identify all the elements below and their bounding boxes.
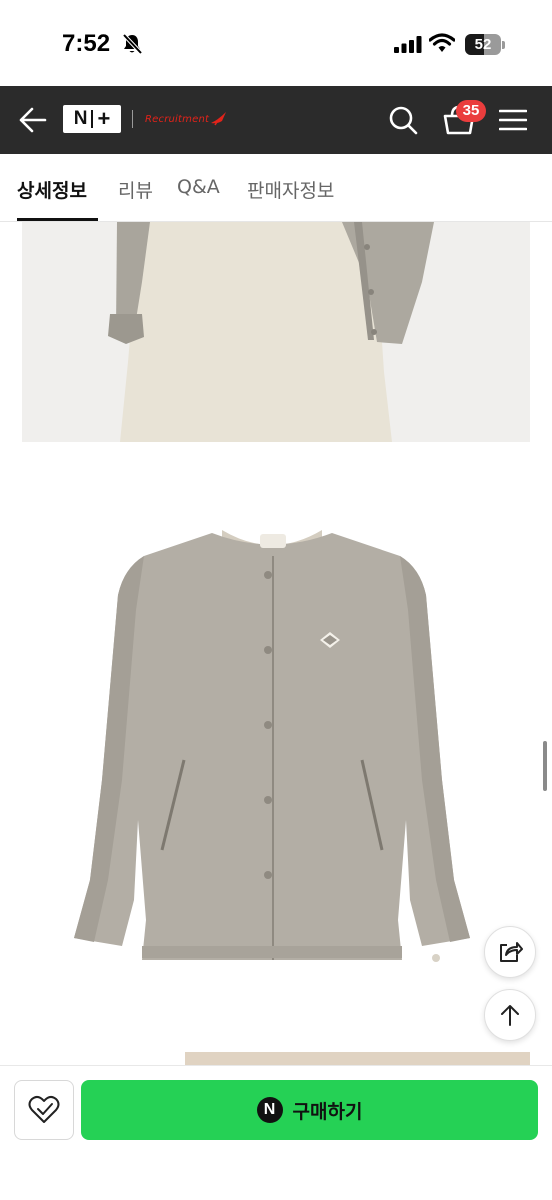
battery-percent: 52 bbox=[474, 36, 492, 53]
detail-tab-bar: 상세정보 리뷰 Q&A 판매자정보 bbox=[0, 154, 552, 222]
nplus-logo[interactable]: N + bbox=[63, 105, 121, 133]
product-detail-screen: 7:52 52 N + Recruitment 35 상세정보 리뷰 Q&A 판… bbox=[0, 0, 552, 1200]
back-arrow-icon[interactable] bbox=[18, 106, 48, 134]
app-header: N + Recruitment 35 bbox=[0, 86, 552, 154]
wishlist-button[interactable] bbox=[14, 1080, 74, 1140]
header-divider bbox=[132, 110, 133, 128]
product-photo-flat bbox=[22, 460, 530, 1032]
scrollbar-thumb[interactable] bbox=[543, 741, 547, 791]
signal-icon bbox=[394, 36, 422, 53]
battery-icon: 52 bbox=[465, 34, 501, 55]
tab-details[interactable]: 상세정보 bbox=[17, 176, 87, 203]
bell-slash-icon bbox=[122, 33, 143, 55]
arrow-up-icon bbox=[501, 1005, 519, 1026]
brand-name: Recruitment bbox=[145, 113, 210, 125]
buy-button-label: 구매하기 bbox=[292, 1100, 363, 1123]
share-icon bbox=[500, 942, 523, 962]
brand-swoosh-icon bbox=[211, 112, 227, 126]
logo-n: N bbox=[73, 108, 88, 129]
product-photo-worn bbox=[22, 222, 530, 442]
wifi-icon bbox=[429, 33, 455, 52]
battery-tip bbox=[502, 41, 505, 49]
npay-icon: N bbox=[256, 1097, 283, 1123]
gray-collarless-jacket-image bbox=[74, 530, 470, 962]
hamburger-menu-icon[interactable] bbox=[499, 108, 527, 132]
tab-qna[interactable]: Q&A bbox=[177, 176, 220, 198]
brand-logo[interactable]: Recruitment bbox=[145, 108, 229, 130]
model-wearing-jacket-image bbox=[22, 222, 530, 442]
status-bar: 7:52 52 bbox=[0, 0, 552, 86]
tab-seller-info[interactable]: 판매자정보 bbox=[247, 176, 334, 203]
active-tab-indicator bbox=[17, 218, 98, 221]
next-product-photo-edge bbox=[185, 1052, 530, 1065]
logo-plus: + bbox=[97, 106, 111, 131]
logo-separator bbox=[91, 110, 94, 128]
heart-check-icon bbox=[28, 1095, 60, 1123]
status-time: 7:52 bbox=[62, 30, 111, 57]
scroll-to-top-button[interactable] bbox=[484, 989, 536, 1041]
cart-count-badge: 35 bbox=[456, 100, 486, 122]
share-button[interactable] bbox=[484, 926, 536, 978]
product-detail-content bbox=[0, 222, 552, 1065]
buy-button[interactable]: N 구매하기 bbox=[81, 1080, 538, 1140]
tab-reviews[interactable]: 리뷰 bbox=[118, 176, 153, 203]
purchase-bar: N 구매하기 bbox=[0, 1065, 552, 1200]
search-icon[interactable] bbox=[388, 105, 418, 135]
